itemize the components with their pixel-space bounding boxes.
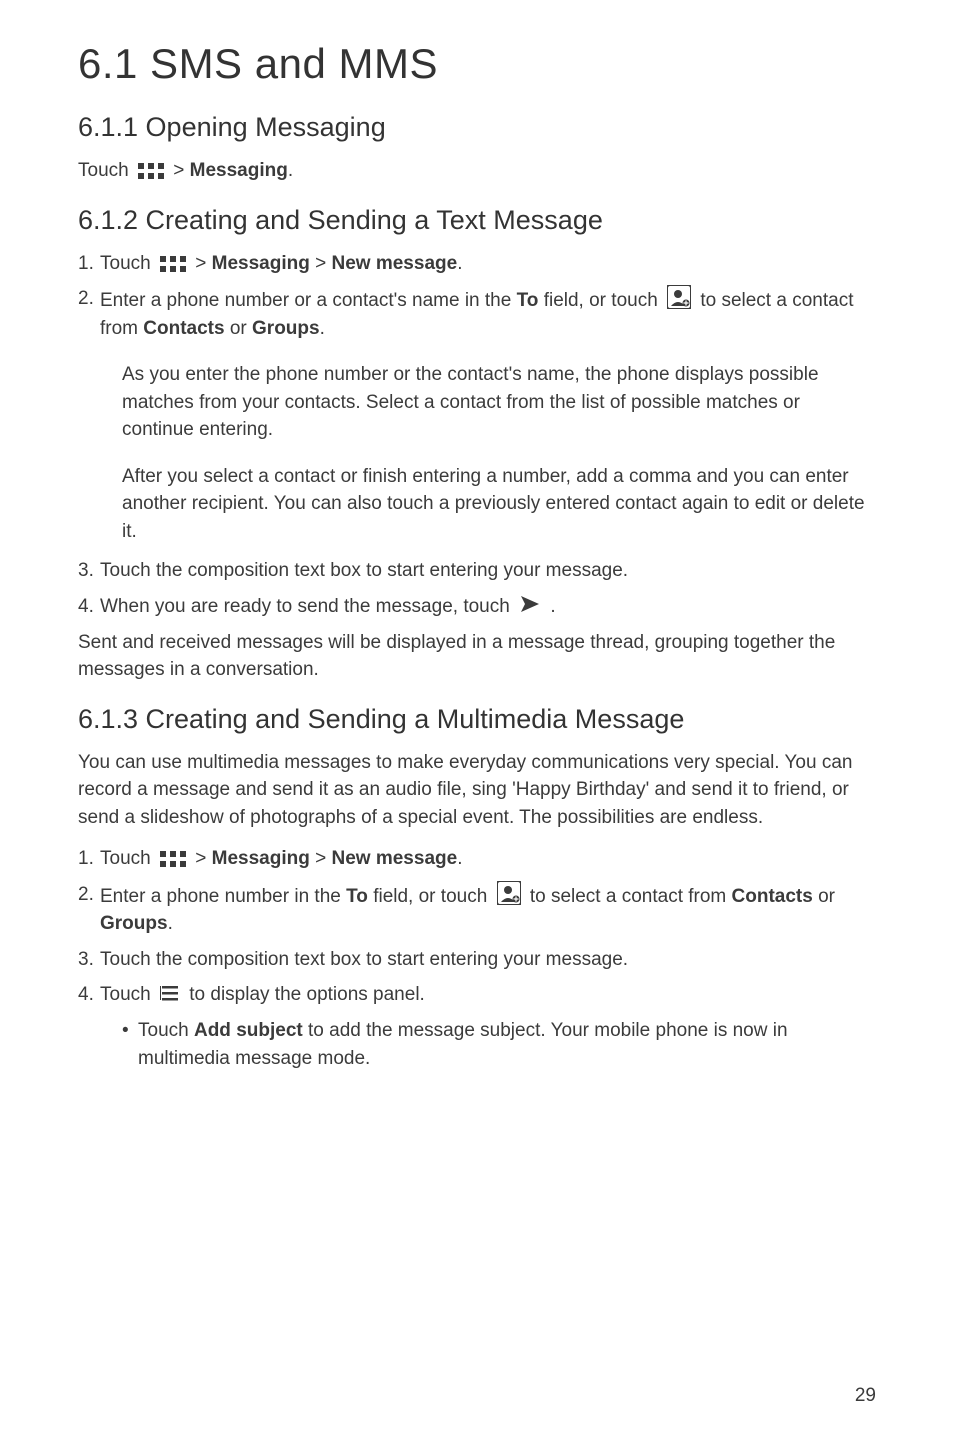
step-number: 2. — [78, 285, 100, 342]
text: > — [195, 848, 211, 869]
text: . — [457, 848, 462, 869]
text: Touch — [100, 253, 156, 274]
apps-icon — [138, 163, 164, 179]
bold-label: Messaging — [212, 253, 310, 274]
text: > — [310, 253, 332, 274]
add-contact-icon — [667, 285, 691, 309]
step-number: 4. — [78, 593, 100, 621]
text: . — [457, 253, 462, 274]
bold-label: Add subject — [194, 1020, 303, 1041]
bold-label: Messaging — [190, 160, 288, 181]
text: > — [173, 160, 189, 181]
text: or — [225, 318, 252, 339]
page-number: 29 — [855, 1385, 876, 1407]
subsection-heading-611: 6.1.1 Opening Messaging — [78, 112, 876, 143]
apps-icon — [160, 851, 186, 867]
bold-label: To — [346, 886, 368, 907]
document-page: 6.1 SMS and MMS 6.1.1 Opening Messaging … — [0, 0, 954, 1429]
text: Touch — [138, 1020, 194, 1041]
apps-icon — [160, 256, 186, 272]
note-text: After you select a contact or finish ent… — [122, 463, 876, 546]
text: > — [195, 253, 211, 274]
text: field, or touch — [538, 290, 663, 311]
text: > — [310, 848, 332, 869]
text: Enter a phone number or a contact's name… — [100, 290, 517, 311]
bold-label: Contacts — [732, 886, 813, 907]
note-text: As you enter the phone number or the con… — [122, 361, 876, 444]
text: or — [813, 886, 835, 907]
menu-icon — [160, 983, 180, 1003]
text: Touch the composition text box to start … — [100, 557, 876, 585]
step-3: 3. Touch the composition text box to sta… — [78, 946, 876, 974]
bullet-item: • Touch Add subject to add the message s… — [122, 1017, 876, 1072]
step-2: 2. Enter a phone number or a contact's n… — [78, 285, 876, 342]
text: . — [168, 913, 173, 934]
step-number: 1. — [78, 250, 100, 278]
text: . — [550, 596, 555, 617]
bold-label: Contacts — [143, 318, 224, 339]
send-icon — [519, 593, 541, 615]
step-number: 3. — [78, 946, 100, 974]
step-4: 4. Touch to display the options panel. — [78, 981, 876, 1009]
step-1: 1. Touch > Messaging > New message. — [78, 250, 876, 278]
text: Touch — [78, 160, 134, 181]
instruction-line: Touch > Messaging. — [78, 157, 876, 185]
paragraph: Sent and received messages will be displ… — [78, 629, 876, 684]
text: . — [320, 318, 325, 339]
text: Touch — [100, 984, 156, 1005]
step-4: 4. When you are ready to send the messag… — [78, 593, 876, 621]
step-3: 3. Touch the composition text box to sta… — [78, 557, 876, 585]
step-number: 4. — [78, 981, 100, 1009]
text: field, or touch — [368, 886, 493, 907]
text: to display the options panel. — [189, 984, 425, 1005]
step-2: 2. Enter a phone number in the To field,… — [78, 881, 876, 938]
bold-label: Messaging — [212, 848, 310, 869]
bold-label: Groups — [100, 913, 168, 934]
section-title: 6.1 SMS and MMS — [78, 40, 876, 88]
step-number: 2. — [78, 881, 100, 938]
bullet-marker: • — [122, 1017, 138, 1072]
bold-label: To — [517, 290, 539, 311]
step-number: 1. — [78, 845, 100, 873]
subsection-heading-613: 6.1.3 Creating and Sending a Multimedia … — [78, 704, 876, 735]
paragraph: You can use multimedia messages to make … — [78, 749, 876, 832]
bold-label: New message — [332, 253, 458, 274]
text: to select a contact from — [530, 886, 732, 907]
step-1: 1. Touch > Messaging > New message. — [78, 845, 876, 873]
text: When you are ready to send the message, … — [100, 596, 515, 617]
step-number: 3. — [78, 557, 100, 585]
text: Touch the composition text box to start … — [100, 946, 876, 974]
subsection-heading-612: 6.1.2 Creating and Sending a Text Messag… — [78, 205, 876, 236]
bold-label: New message — [332, 848, 458, 869]
bold-label: Groups — [252, 318, 320, 339]
text: Touch — [100, 848, 156, 869]
text: Enter a phone number in the — [100, 886, 346, 907]
text: . — [288, 160, 293, 181]
add-contact-icon — [497, 881, 521, 905]
